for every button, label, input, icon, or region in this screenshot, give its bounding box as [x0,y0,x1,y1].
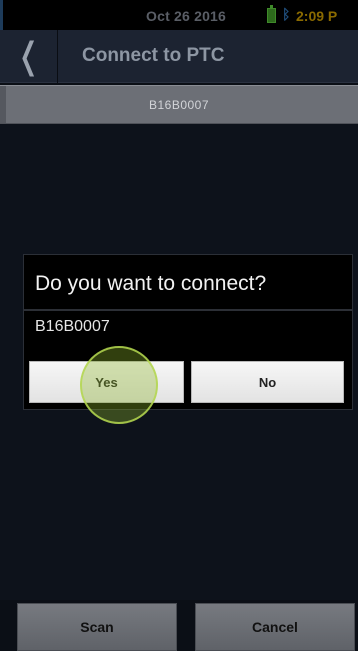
cancel-button[interactable]: Cancel [195,603,355,651]
screen: Oct 26 2016 ᛒ 2:09 P ❬ Connect to PTC B1… [0,0,358,651]
yes-button[interactable]: Yes [29,361,184,403]
device-name: B16B0007 [148,97,210,112]
bottom-bar: Scan Cancel [0,600,358,651]
device-bar-edge [0,86,6,123]
dialog-message: B16B0007 [35,318,110,335]
no-button[interactable]: No [191,361,344,403]
status-bar: Oct 26 2016 ᛒ 2:09 P [0,0,358,30]
battery-icon [267,5,276,23]
page-title: Connect to PTC [82,45,225,66]
scan-button[interactable]: Scan [17,603,177,651]
connect-dialog: Do you want to connect? B16B0007 Yes No [23,254,353,410]
app-header: ❬ Connect to PTC [0,30,358,83]
device-list-item[interactable]: B16B0007 [0,85,358,124]
status-date: Oct 26 2016 [146,8,227,24]
status-edge-mark [0,0,3,30]
bluetooth-icon: ᛒ [282,6,291,22]
status-time: 2:09 P [296,8,338,24]
chevron-left-icon: ❬ [15,36,42,76]
back-button[interactable]: ❬ [0,30,58,83]
dialog-divider [24,309,352,311]
dialog-title: Do you want to connect? [35,272,267,295]
